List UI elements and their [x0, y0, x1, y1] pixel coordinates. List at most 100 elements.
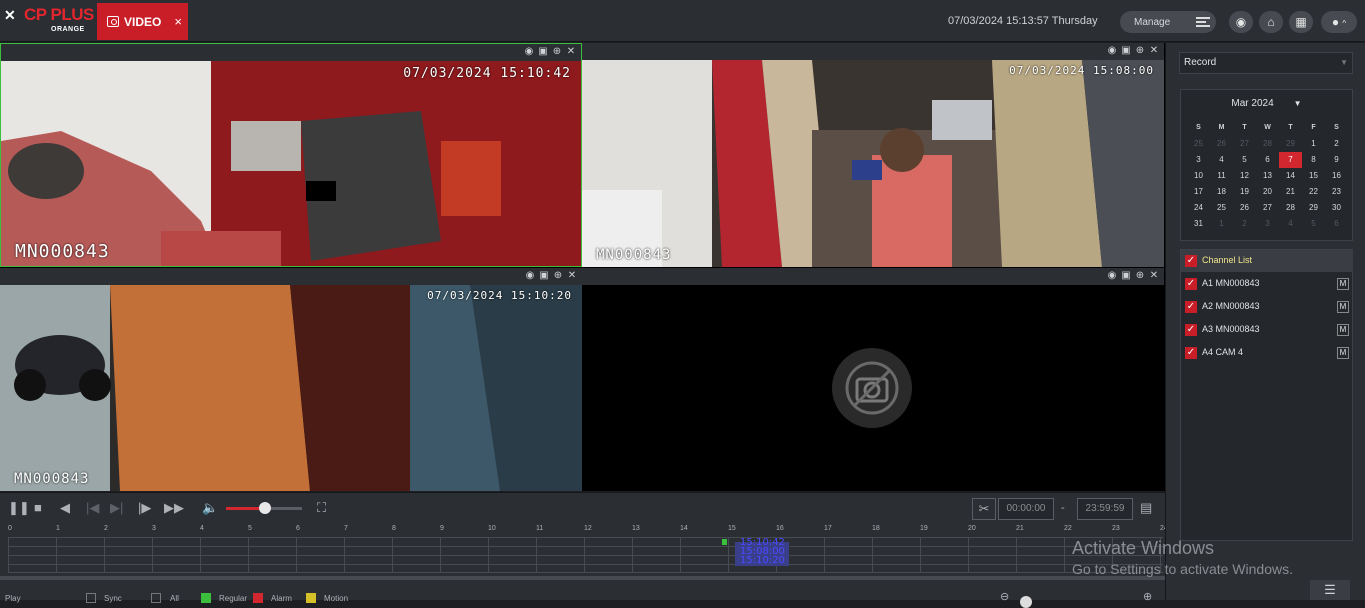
- calendar-day[interactable]: 18: [1210, 184, 1233, 200]
- all-checkbox[interactable]: [151, 593, 161, 603]
- video-pane-1[interactable]: ◉ ▣ ⊕ ✕ 07/03/2024 15:10:42 MN000843: [0, 43, 582, 267]
- channel-item[interactable]: ✓ A1 MN000843 M: [1181, 273, 1353, 295]
- clip-scissors-button[interactable]: ✂: [972, 498, 996, 520]
- calendar-day[interactable]: 25: [1210, 200, 1233, 216]
- calendar-day[interactable]: 23: [1325, 184, 1348, 200]
- qr-button[interactable]: ▦: [1289, 11, 1313, 33]
- video-pane-2[interactable]: ◉ ▣ ⊕ ✕ 07/03/2024 15:08:00 MN000843: [582, 43, 1164, 267]
- calendar-day[interactable]: 29: [1302, 200, 1325, 216]
- channel-item[interactable]: ✓ A2 MN000843 M: [1181, 296, 1353, 318]
- calendar-day[interactable]: 20: [1256, 184, 1279, 200]
- record-type-select[interactable]: Record ▼: [1179, 52, 1353, 74]
- pause-icon[interactable]: ❚❚: [8, 501, 30, 515]
- calendar-day[interactable]: 15: [1302, 168, 1325, 184]
- calendar-day[interactable]: 25: [1187, 136, 1210, 152]
- calendar-day[interactable]: 13: [1256, 168, 1279, 184]
- close-icon[interactable]: ✕: [1148, 270, 1160, 282]
- calendar-day[interactable]: 26: [1233, 200, 1256, 216]
- calendar-day[interactable]: 6: [1325, 216, 1348, 232]
- sync-checkbox[interactable]: [86, 593, 96, 603]
- video-pane-3[interactable]: ◉ ▣ ⊕ ✕ 07/03/2024 15:10:20 MN000843: [0, 268, 582, 491]
- snapshot-icon[interactable]: ▣: [537, 46, 549, 58]
- calendar-day[interactable]: 3: [1256, 216, 1279, 232]
- zoom-slider-handle[interactable]: [1020, 596, 1032, 608]
- snapshot-icon[interactable]: ▣: [538, 270, 550, 282]
- calendar-day[interactable]: 21: [1279, 184, 1302, 200]
- calendar-day[interactable]: 4: [1279, 216, 1302, 232]
- volume-icon[interactable]: 🔈: [202, 501, 218, 515]
- manage-button[interactable]: Manage: [1120, 11, 1216, 33]
- zoom-icon[interactable]: ⊕: [1134, 45, 1146, 57]
- timeline[interactable]: 0 1 2 3 4 5 6 7 8 9 10 11 12 13 14 15 16 17 18 19 20 21 22 23 24…: [0, 524, 1168, 580]
- calendar-day[interactable]: 3: [1187, 152, 1210, 168]
- calendar-day[interactable]: 2: [1233, 216, 1256, 232]
- zoom-icon[interactable]: ⊕: [551, 46, 563, 58]
- channel-list-header[interactable]: ✓ Channel List: [1181, 250, 1353, 272]
- eye-icon[interactable]: ◉: [1106, 270, 1118, 282]
- check-icon[interactable]: ✓: [1185, 301, 1197, 313]
- motion-checkbox[interactable]: [306, 593, 316, 603]
- calendar-header[interactable]: Mar 2024 ▼: [1181, 98, 1352, 109]
- calendar-day[interactable]: 11: [1210, 168, 1233, 184]
- calendar-day[interactable]: 17: [1187, 184, 1210, 200]
- check-icon[interactable]: ✓: [1185, 255, 1197, 267]
- calendar-day[interactable]: 9: [1325, 152, 1348, 168]
- check-icon[interactable]: ✓: [1185, 324, 1197, 336]
- fullscreen-icon[interactable]: ⛶: [317, 501, 326, 515]
- zoom-in-icon[interactable]: ⊕: [1143, 590, 1152, 603]
- calendar-day[interactable]: 29: [1279, 136, 1302, 152]
- close-icon[interactable]: ✕: [1148, 45, 1160, 57]
- volume-slider[interactable]: [226, 502, 302, 514]
- calendar-day[interactable]: 31: [1187, 216, 1210, 232]
- calendar-day[interactable]: 1: [1302, 136, 1325, 152]
- clip-start-time[interactable]: 00:00:00: [998, 498, 1054, 520]
- snapshot-icon[interactable]: ▣: [1120, 45, 1132, 57]
- channel-mode-button[interactable]: M: [1337, 347, 1349, 359]
- calendar-day[interactable]: 27: [1256, 200, 1279, 216]
- calendar-day[interactable]: 2: [1325, 136, 1348, 152]
- previous-frame-icon[interactable]: |◀: [86, 501, 99, 515]
- video-pane-4[interactable]: ◉ ▣ ⊕ ✕: [582, 268, 1164, 491]
- calendar-day[interactable]: 1: [1210, 216, 1233, 232]
- volume-handle[interactable]: [259, 502, 271, 514]
- list-button[interactable]: ☰: [1310, 580, 1350, 600]
- calendar-day[interactable]: 26: [1210, 136, 1233, 152]
- close-icon[interactable]: ✕: [566, 270, 578, 282]
- channel-mode-button[interactable]: M: [1337, 278, 1349, 290]
- tab-video[interactable]: VIDEO ×: [97, 3, 188, 40]
- eye-icon[interactable]: ◉: [1106, 45, 1118, 57]
- calendar-day[interactable]: 28: [1256, 136, 1279, 152]
- calendar-day[interactable]: 28: [1279, 200, 1302, 216]
- fast-forward-icon[interactable]: ▶▶: [164, 501, 184, 515]
- calendar-day[interactable]: 27: [1233, 136, 1256, 152]
- calendar-day[interactable]: 8: [1302, 152, 1325, 168]
- alarm-checkbox[interactable]: [253, 593, 263, 603]
- channel-mode-button[interactable]: M: [1337, 324, 1349, 336]
- slow-play-icon[interactable]: |▶: [138, 501, 151, 515]
- calendar-day[interactable]: 4: [1210, 152, 1233, 168]
- calendar-day[interactable]: 19: [1233, 184, 1256, 200]
- timeline-grid[interactable]: [8, 537, 1163, 573]
- check-icon[interactable]: ✓: [1185, 278, 1197, 290]
- calendar-day[interactable]: 10: [1187, 168, 1210, 184]
- calendar-day[interactable]: 6: [1256, 152, 1279, 168]
- zoom-icon[interactable]: ⊕: [552, 270, 564, 282]
- check-icon[interactable]: ✓: [1185, 347, 1197, 359]
- eye-icon[interactable]: ◉: [523, 46, 535, 58]
- tab-close-button[interactable]: ×: [174, 14, 182, 29]
- calendar-day[interactable]: 7: [1279, 152, 1302, 168]
- snapshot-icon[interactable]: ▣: [1120, 270, 1132, 282]
- close-icon[interactable]: ✕: [565, 46, 577, 58]
- eye-button[interactable]: ◉: [1229, 11, 1253, 33]
- clip-end-time[interactable]: 23:59:59: [1077, 498, 1133, 520]
- regular-checkbox[interactable]: [201, 593, 211, 603]
- calendar-day[interactable]: 16: [1325, 168, 1348, 184]
- zoom-icon[interactable]: ⊕: [1134, 270, 1146, 282]
- next-frame-icon[interactable]: ▶|: [110, 501, 123, 515]
- zoom-out-icon[interactable]: ⊖: [1000, 590, 1009, 603]
- channel-item[interactable]: ✓ A4 CAM 4 M: [1181, 342, 1353, 364]
- calendar-day[interactable]: 22: [1302, 184, 1325, 200]
- eye-icon[interactable]: ◉: [524, 270, 536, 282]
- stop-icon[interactable]: ■: [34, 501, 42, 515]
- calendar-day[interactable]: 5: [1302, 216, 1325, 232]
